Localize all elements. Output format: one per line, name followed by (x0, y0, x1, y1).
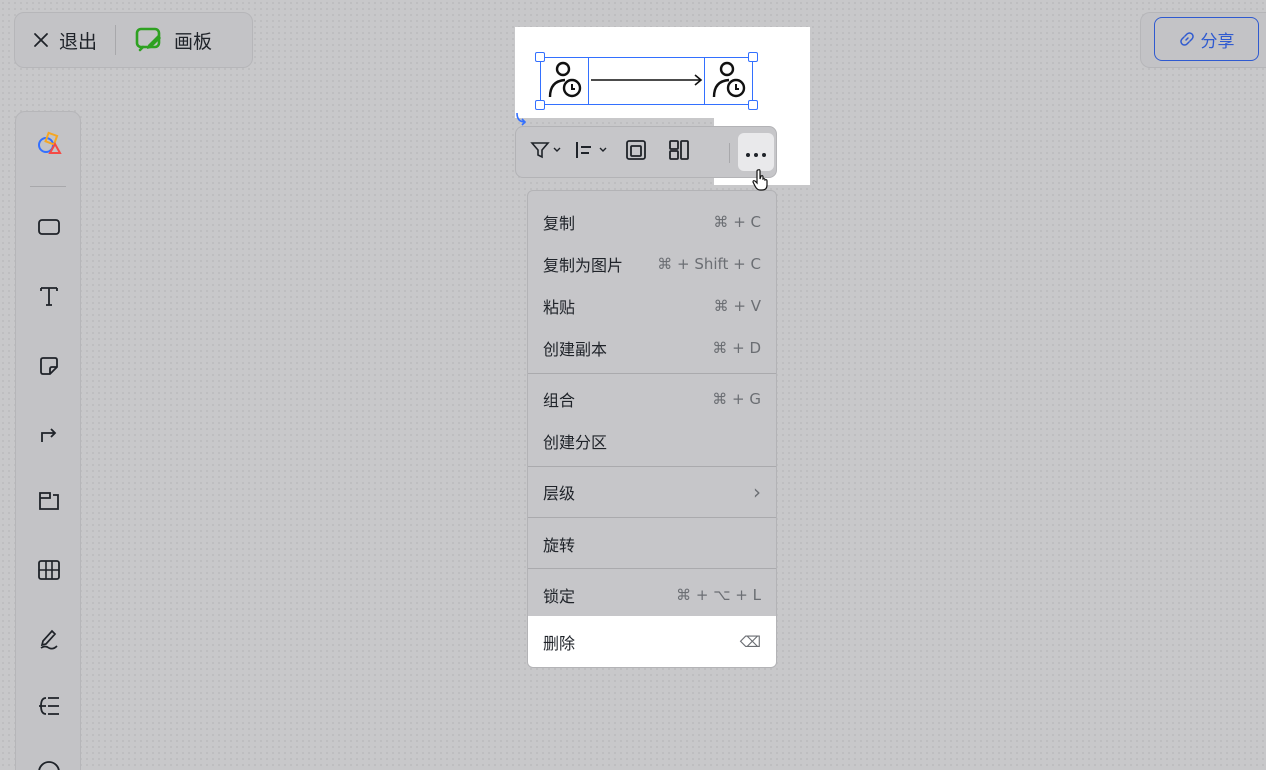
menu-divider (528, 466, 776, 467)
close-icon (33, 32, 49, 48)
menu-item-shortcut: ⌘ + D (712, 339, 761, 357)
layout-icon (667, 138, 691, 166)
menu-item-lock[interactable]: 锁定 ⌘ + ⌥ + L (528, 574, 776, 616)
menu-item-label: 创建副本 (543, 340, 608, 359)
menu-item-shortcut: ⌘ + Shift + C (657, 255, 761, 273)
rectangle-icon (37, 217, 61, 241)
chevron-right-icon: › (753, 480, 761, 504)
resize-handle[interactable] (748, 100, 758, 110)
exit-label: 退出 (59, 30, 98, 53)
menu-item-label: 删除 (543, 634, 576, 653)
menu-item-label: 锁定 (543, 587, 576, 606)
menu-item-label: 创建分区 (543, 433, 608, 452)
menu-item-copy-as-image[interactable]: 复制为图片 ⌘ + Shift + C (528, 243, 776, 285)
more-button[interactable] (738, 133, 774, 171)
filter-button[interactable] (526, 132, 570, 172)
resize-handle[interactable] (535, 100, 545, 110)
menu-item-create-section[interactable]: 创建分区 (528, 420, 776, 462)
user-node-right[interactable] (704, 57, 753, 105)
shapes-tool[interactable] (16, 122, 82, 170)
user-clock-icon (547, 59, 583, 103)
mindmap-tool[interactable] (16, 684, 82, 732)
board-label: 画板 (174, 30, 213, 53)
align-icon (573, 140, 613, 164)
text-icon (38, 284, 60, 312)
menu-item-rotate[interactable]: 旋转 (528, 523, 776, 565)
frame-wrap-icon (624, 138, 648, 166)
connector-arrow[interactable] (589, 72, 705, 88)
table-tool[interactable] (16, 548, 82, 596)
menu-item-shortcut: ⌘ + ⌥ + L (676, 586, 761, 604)
floating-toolbar (515, 126, 777, 178)
backspace-icon: ⌫ (739, 633, 761, 651)
resize-handle[interactable] (748, 52, 758, 62)
menu-item-shortcut: ⌘ + V (713, 297, 761, 315)
menu-item-copy[interactable]: 复制 ⌘ + C (528, 201, 776, 243)
more-icon (744, 143, 768, 162)
shapes-icon (36, 131, 62, 161)
menu-item-shortcut: ⌘ + C (713, 213, 761, 231)
connector-tool[interactable] (16, 411, 82, 459)
rectangle-tool[interactable] (16, 205, 82, 253)
share-panel: 分享 (1140, 12, 1266, 68)
menu-item-label: 复制为图片 (543, 256, 624, 275)
divider (729, 143, 730, 163)
frame-tool[interactable] (16, 479, 82, 527)
circle-icon (36, 759, 62, 770)
menu-item-label: 组合 (543, 391, 576, 410)
divider (30, 186, 66, 187)
share-label: 分享 (1200, 31, 1235, 52)
top-toolbar: 退出 画板 (14, 12, 253, 68)
menu-divider (528, 517, 776, 518)
user-clock-icon (711, 59, 747, 103)
frame-icon (37, 490, 61, 516)
pen-tool[interactable] (16, 616, 82, 664)
menu-item-delete[interactable]: 删除 ⌫ (528, 616, 776, 667)
sticky-note-tool[interactable] (16, 344, 82, 392)
board-button[interactable]: 画板 (116, 13, 230, 67)
resize-handle[interactable] (535, 52, 545, 62)
user-node-left[interactable] (540, 57, 589, 105)
exit-button[interactable]: 退出 (15, 13, 115, 67)
menu-item-layer[interactable]: 层级 › (528, 471, 776, 513)
filter-icon (530, 140, 566, 164)
menu-item-label: 粘贴 (543, 298, 576, 317)
menu-item-shortcut: ⌘ + G (712, 390, 761, 408)
menu-divider (528, 568, 776, 569)
menu-divider (528, 373, 776, 374)
more-tools[interactable] (16, 750, 82, 770)
connector-icon (38, 422, 60, 448)
board-icon (134, 26, 164, 54)
menu-item-label: 旋转 (543, 536, 576, 555)
sticky-note-icon (38, 355, 60, 381)
menu-item-paste[interactable]: 粘贴 ⌘ + V (528, 285, 776, 327)
table-icon (37, 559, 61, 585)
pen-icon (37, 626, 61, 654)
frame-wrap-button[interactable] (616, 132, 656, 172)
menu-item-label: 层级 (543, 484, 576, 503)
hand-cursor-icon (752, 169, 768, 191)
menu-item-group[interactable]: 组合 ⌘ + G (528, 378, 776, 420)
context-menu: 复制 ⌘ + C 复制为图片 ⌘ + Shift + C 粘贴 ⌘ + V 创建… (527, 190, 777, 668)
menu-item-duplicate[interactable]: 创建副本 ⌘ + D (528, 327, 776, 369)
align-button[interactable] (570, 132, 616, 172)
menu-item-label: 复制 (543, 214, 576, 233)
share-button[interactable]: 分享 (1154, 17, 1259, 61)
mindmap-icon (37, 695, 61, 721)
link-icon (1179, 31, 1195, 47)
text-tool[interactable] (16, 274, 82, 322)
layout-button[interactable] (656, 132, 702, 172)
left-toolbar (15, 111, 81, 770)
